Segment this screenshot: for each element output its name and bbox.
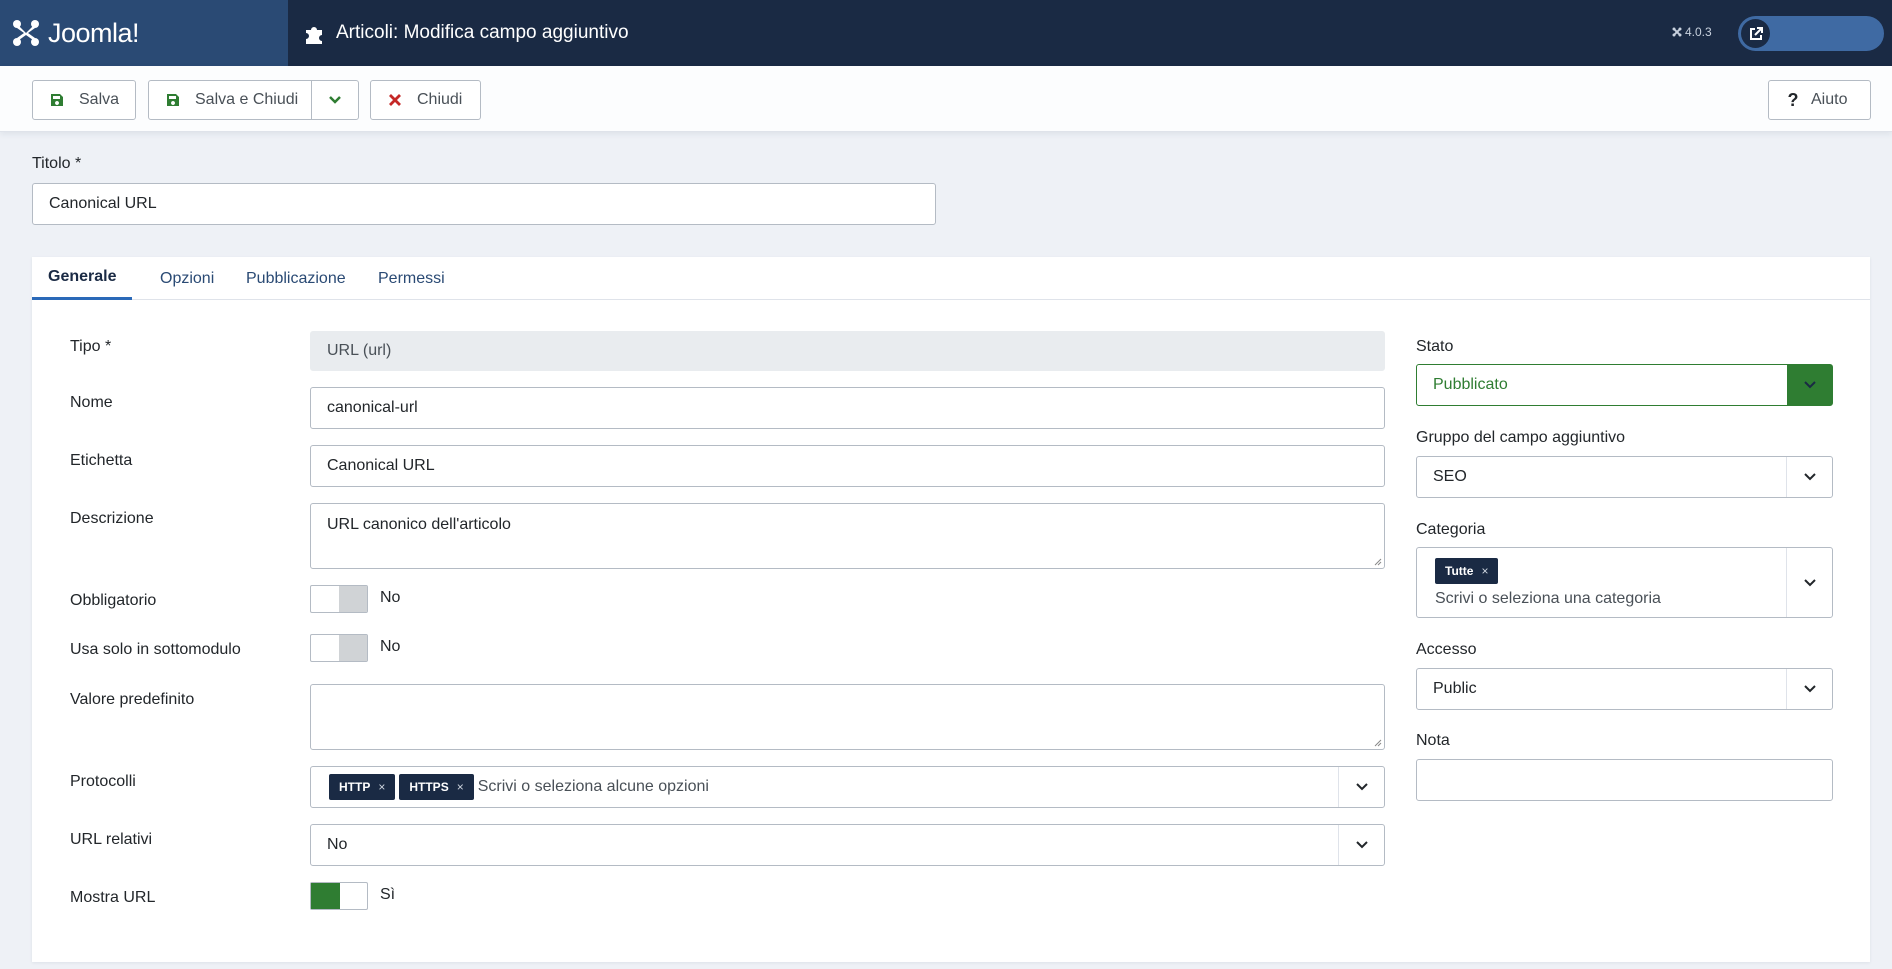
tab-permessi[interactable]: Permessi xyxy=(362,257,461,300)
category-dropdown-toggle[interactable] xyxy=(1786,548,1832,617)
required-label: Obbligatorio xyxy=(70,592,157,609)
help-button[interactable]: ? Aiuto xyxy=(1768,80,1871,120)
save-icon xyxy=(167,94,179,106)
joomla-small-icon xyxy=(1672,27,1682,37)
relative-urls-select[interactable]: No xyxy=(310,824,1385,866)
note-label: Nota xyxy=(1416,732,1450,749)
access-select[interactable]: Public xyxy=(1416,668,1833,710)
title-input[interactable]: Canonical URL xyxy=(32,183,936,225)
category-select[interactable]: Tutte × Scrivi o seleziona una categoria xyxy=(1416,547,1833,618)
category-label: Categoria xyxy=(1416,521,1486,538)
view-site-button[interactable] xyxy=(1738,16,1884,51)
logo[interactable]: Joomla! xyxy=(0,0,288,66)
remove-chip-icon[interactable]: × xyxy=(378,780,385,794)
save-label: Salva xyxy=(79,91,120,108)
protocols-label: Protocolli xyxy=(70,773,136,790)
relative-urls-value: No xyxy=(327,836,348,853)
show-url-value: Sì xyxy=(380,886,396,903)
chevron-down-icon xyxy=(1355,841,1368,849)
puzzle-icon xyxy=(306,27,322,44)
protocol-chip-http: HTTP × xyxy=(329,774,396,800)
access-dropdown-toggle[interactable] xyxy=(1786,669,1832,709)
save-button[interactable]: Salva xyxy=(32,80,136,120)
protocols-placeholder[interactable]: Scrivi o seleziona alcune opzioni xyxy=(478,778,709,796)
chevron-down-icon xyxy=(1803,578,1816,586)
access-value: Public xyxy=(1433,680,1477,697)
toolbar: Salva Salva e Chiudi Chiudi ? Aiuto xyxy=(0,66,1892,132)
subform-toggle[interactable] xyxy=(310,634,368,662)
chevron-down-icon xyxy=(1355,783,1368,791)
save-close-label: Salva e Chiudi xyxy=(195,91,299,108)
protocol-chip-https: HTTPS × xyxy=(399,774,474,800)
type-field: URL (url) xyxy=(310,331,1385,371)
close-button[interactable]: Chiudi xyxy=(370,80,481,120)
close-icon xyxy=(389,94,401,106)
show-url-toggle[interactable] xyxy=(310,882,368,910)
joomla-logo-icon xyxy=(13,20,39,46)
protocols-dropdown-toggle[interactable] xyxy=(1338,767,1384,807)
toggle-knob xyxy=(311,883,340,909)
title-label: Titolo * xyxy=(32,155,82,172)
chevron-down-icon xyxy=(1803,685,1816,693)
remove-chip-icon[interactable]: × xyxy=(1481,564,1488,578)
show-url-label: Mostra URL xyxy=(70,889,156,906)
field-group-dropdown-toggle[interactable] xyxy=(1786,457,1832,497)
version-badge: 4.0.3 xyxy=(1672,25,1712,39)
version-text: 4.0.3 xyxy=(1685,25,1712,39)
remove-chip-icon[interactable]: × xyxy=(457,780,464,794)
state-value: Pubblicato xyxy=(1433,376,1508,393)
state-dropdown-toggle[interactable] xyxy=(1787,365,1832,405)
chevron-down-icon xyxy=(329,96,341,104)
state-label: Stato xyxy=(1416,338,1454,355)
chevron-down-icon xyxy=(1804,381,1816,389)
note-input[interactable] xyxy=(1416,759,1833,801)
external-link-icon xyxy=(1741,19,1770,48)
description-textarea[interactable]: URL canonico dell'articolo xyxy=(310,503,1385,569)
save-icon xyxy=(51,94,63,106)
resize-handle-icon[interactable] xyxy=(1374,558,1382,566)
label-input[interactable]: Canonical URL xyxy=(310,445,1385,487)
tab-bar: Generale Opzioni Pubblicazione Permessi xyxy=(32,257,1870,300)
required-toggle[interactable] xyxy=(310,585,368,613)
save-close-button[interactable]: Salva e Chiudi xyxy=(148,80,359,120)
chevron-down-icon xyxy=(1803,473,1816,481)
relative-urls-dropdown-toggle[interactable] xyxy=(1338,825,1384,865)
tab-generale[interactable]: Generale xyxy=(32,257,133,300)
category-chip-tutte: Tutte × xyxy=(1435,557,1499,584)
field-group-label: Gruppo del campo aggiuntivo xyxy=(1416,429,1626,446)
default-value-textarea[interactable] xyxy=(310,684,1385,750)
header-bar: Joomla! Articoli: Modifica campo aggiunt… xyxy=(0,0,1892,66)
toggle-knob xyxy=(339,635,367,661)
tab-opzioni[interactable]: Opzioni xyxy=(144,257,230,300)
page-title: Articoli: Modifica campo aggiuntivo xyxy=(304,0,629,66)
label-label: Etichetta xyxy=(70,452,133,469)
page-title-text: Articoli: Modifica campo aggiuntivo xyxy=(336,22,629,43)
logo-text: Joomla! xyxy=(48,17,140,48)
relative-urls-label: URL relativi xyxy=(70,831,153,848)
field-group-value: SEO xyxy=(1433,468,1467,485)
subform-label: Usa solo in sottomodulo xyxy=(70,641,241,658)
question-icon: ? xyxy=(1787,90,1799,110)
type-label: Tipo * xyxy=(70,338,112,355)
name-input[interactable]: canonical-url xyxy=(310,387,1385,429)
description-label: Descrizione xyxy=(70,510,154,527)
state-select[interactable]: Pubblicato xyxy=(1416,364,1833,406)
field-group-select[interactable]: SEO xyxy=(1416,456,1833,498)
save-dropdown-toggle[interactable] xyxy=(311,81,358,119)
help-label: Aiuto xyxy=(1811,91,1848,108)
resize-handle-icon[interactable] xyxy=(1374,739,1382,747)
default-value-label: Valore predefinito xyxy=(70,691,195,708)
category-placeholder[interactable]: Scrivi o seleziona una categoria xyxy=(1435,590,1661,608)
edit-card: Generale Opzioni Pubblicazione Permessi … xyxy=(32,257,1870,962)
subform-value: No xyxy=(380,638,401,655)
name-label: Nome xyxy=(70,394,113,411)
required-value: No xyxy=(380,589,401,606)
close-label: Chiudi xyxy=(417,91,463,108)
toggle-knob xyxy=(339,586,367,612)
access-label: Accesso xyxy=(1416,641,1477,658)
protocols-select[interactable]: HTTP × HTTPS × Scrivi o seleziona alcune o… xyxy=(310,766,1385,808)
description-text: URL canonico dell'articolo xyxy=(327,516,511,533)
tab-pubblicazione[interactable]: Pubblicazione xyxy=(230,257,362,300)
